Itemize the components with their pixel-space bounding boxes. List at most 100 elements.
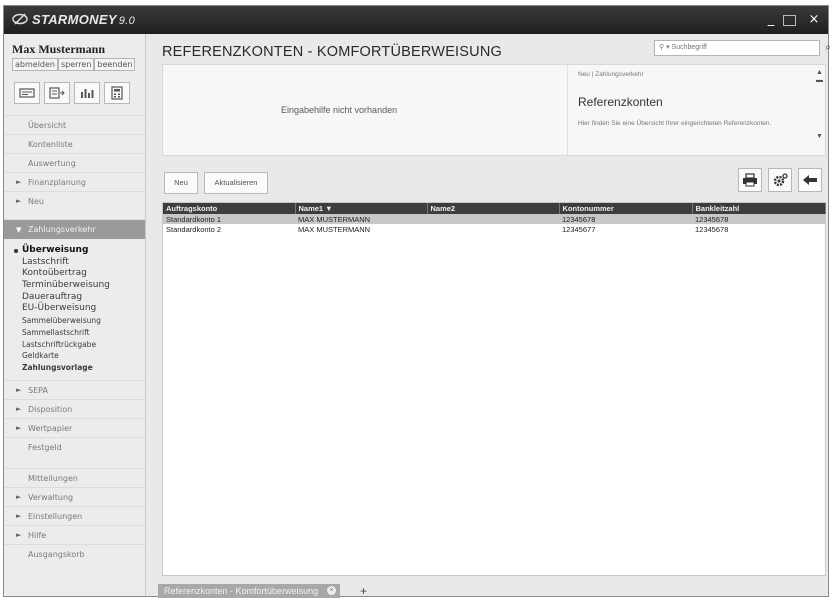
sub-ueberweisung[interactable]: Überweisung (4, 245, 145, 257)
print-icon[interactable] (738, 168, 762, 192)
nav-uebersicht[interactable]: Übersicht (4, 115, 145, 134)
nav-sepa[interactable]: ► SEPA (4, 379, 145, 399)
sub-lastschriftrueckgabe[interactable]: Lastschriftrückgabe (4, 339, 145, 351)
nav-neu[interactable]: ► Neu (4, 191, 145, 210)
info-text: Hier finden Sie eine Übersicht Ihrer ein… (578, 120, 772, 127)
settings-icon[interactable] (768, 168, 792, 192)
cell-bankleitzahl: 12345678 (692, 214, 825, 224)
table-header-row: Auftragskonto Name1 ▼ Name2 Kontonummer … (163, 203, 826, 214)
sidebar-toolbar (14, 82, 130, 104)
page-title: REFERENZKONTEN - KOMFORTÜBERWEISUNG (162, 44, 502, 60)
quit-button[interactable]: beenden (94, 58, 136, 71)
sub-sammelueberweisung[interactable]: Sammelüberweisung (4, 315, 145, 327)
tab-referenzkonten[interactable]: Referenzkonten - Komfortüberweisung × (158, 584, 341, 598)
column-header-kontonummer[interactable]: Kontonummer (559, 203, 693, 214)
refresh-button[interactable]: Aktualisieren (204, 172, 268, 194)
cell-bankleitzahl: 12345678 (695, 224, 729, 234)
maximize-button[interactable] (783, 15, 796, 26)
nav-einstellungen[interactable]: ► Einstellungen (4, 505, 145, 525)
cell-name1: MAX MUSTERMANN (295, 214, 427, 224)
cell-auftragskonto: Standardkonto 1 (163, 214, 295, 224)
tab-bar: Referenzkonten - Komfortüberweisung × + (156, 584, 828, 598)
sub-terminueberweisung[interactable]: Terminüberweisung (4, 280, 145, 292)
info-breadcrumb[interactable]: Neu | Zahlungsverkehr (578, 71, 644, 78)
table-row[interactable]: Standardkonto 2 MAX MUSTERMANN 12345677 … (163, 224, 825, 234)
sub-eu-ueberweisung[interactable]: EU-Überweisung (4, 303, 145, 315)
tab-label: Referenzkonten - Komfortüberweisung (164, 586, 319, 596)
close-button[interactable]: × (804, 10, 824, 30)
nav-zahlungsverkehr[interactable]: ▼ Zahlungsverkehr (4, 219, 145, 239)
sub-kontouebertrag[interactable]: Kontoübertrag (4, 268, 145, 280)
logo-icon (12, 13, 28, 25)
new-button[interactable]: Neu (164, 172, 198, 194)
table-row[interactable]: Standardkonto 1 MAX MUSTERMANN 12345678 … (163, 214, 825, 224)
nav-finanzplanung[interactable]: ► Finanzplanung (4, 172, 145, 191)
sub-zahlungsvorlage[interactable]: Zahlungsvorlage (4, 362, 145, 374)
info-area: Eingabehilfe nicht vorhanden Neu | Zahlu… (162, 64, 826, 156)
chart-icon[interactable] (74, 82, 100, 104)
nav-disposition[interactable]: ► Disposition (4, 398, 145, 418)
expand-arrow-icon: ► (16, 385, 22, 394)
minimize-button[interactable]: _ (761, 10, 781, 30)
close-tab-icon[interactable]: × (327, 586, 337, 595)
app-window: STARMONEY 9.0 _ × Max Mustermann abmelden… (3, 5, 831, 598)
search-scope-icon[interactable]: ⚲ ▾ (659, 44, 670, 51)
accounts-table: Auftragskonto Name1 ▼ Name2 Kontonummer … (162, 202, 826, 576)
add-tab-button[interactable]: + (360, 584, 367, 598)
lock-button[interactable]: sperren (58, 58, 95, 71)
account-actions: abmelden sperren beenden (12, 58, 136, 71)
app-version: 9.0 (118, 15, 135, 27)
column-header-bankleitzahl[interactable]: Bankleitzahl (692, 203, 826, 214)
sidebar: Max Mustermann abmelden sperren beenden Üb… (4, 34, 146, 596)
search-placeholder: Suchbegriff (671, 44, 707, 51)
cell-name2 (427, 224, 559, 234)
transfer-icon[interactable] (44, 82, 70, 104)
cell-name2 (427, 214, 559, 224)
search-input[interactable]: ⚲ ▾ Suchbegriff ⌕ (654, 40, 831, 56)
nav-verwaltung[interactable]: ► Verwaltung (4, 486, 145, 506)
sub-geldkarte[interactable]: Geldkarte (4, 350, 145, 362)
expand-arrow-icon: ► (16, 511, 22, 520)
column-header-name1[interactable]: Name1 ▼ (295, 203, 428, 214)
user-name: Max Mustermann (12, 42, 105, 56)
app-name: STARMONEY (32, 12, 117, 27)
sub-dauerauftrag[interactable]: Dauerauftrag (4, 292, 145, 304)
nav-kontenliste[interactable]: Kontenliste (4, 134, 145, 153)
column-header-name2[interactable]: Name2 (427, 203, 560, 214)
collapse-arrow-icon: ▼ (16, 226, 22, 234)
main-content: REFERENZKONTEN - KOMFORTÜBERWEISUNG ⚲ ▾ … (156, 38, 831, 598)
zahlungsverkehr-submenu: Überweisung Lastschrift Kontoübertrag Te… (4, 239, 145, 380)
cell-name1: MAX MUSTERMANN (298, 224, 371, 234)
back-arrow-icon[interactable] (798, 168, 822, 192)
column-header-auftragskonto[interactable]: Auftragskonto (163, 203, 296, 214)
expand-arrow-icon: ► (16, 197, 22, 205)
nav-list: Übersicht Kontenliste Auswertung ► Finanz… (4, 115, 145, 563)
info-panel: Neu | Zahlungsverkehr Referenzkonten Hie… (567, 65, 825, 155)
calculator-icon[interactable] (104, 82, 130, 104)
expand-arrow-icon: ► (16, 530, 22, 539)
nav-ausgangskorb[interactable]: Ausgangskorb (4, 543, 145, 563)
app-logo: STARMONEY 9.0 (12, 12, 135, 27)
action-toolbar: Neu Aktualisieren (162, 168, 826, 196)
cell-kontonummer: 12345677 (562, 224, 596, 234)
logout-button[interactable]: abmelden (12, 58, 58, 71)
accounts-icon[interactable] (14, 82, 40, 104)
sub-lastschrift[interactable]: Lastschrift (4, 257, 145, 269)
cell-kontonummer: 12345678 (559, 214, 692, 224)
nav-wertpapier[interactable]: ► Wertpapier (4, 417, 145, 437)
title-bar: STARMONEY 9.0 _ × (4, 6, 828, 34)
search-icon[interactable]: ⌕ (825, 41, 831, 55)
expand-arrow-icon: ► (16, 423, 22, 432)
nav-auswertung[interactable]: Auswertung (4, 153, 145, 172)
cell-auftragskonto: Standardkonto 2 (166, 224, 222, 234)
nav-festgeld[interactable]: Festgeld (4, 436, 145, 456)
sub-sammellastschrift[interactable]: Sammellastschrift (4, 327, 145, 339)
nav-mitteilungen[interactable]: Mitteilungen (4, 467, 145, 487)
info-scrollbar[interactable]: ▲ ▬ ▼ (816, 69, 823, 141)
input-help-text: Eingabehilfe nicht vorhanden (281, 105, 398, 115)
info-heading: Referenzkonten (578, 95, 663, 109)
expand-arrow-icon: ► (16, 404, 22, 413)
nav-hilfe[interactable]: ► Hilfe (4, 524, 145, 544)
expand-arrow-icon: ► (16, 492, 22, 501)
